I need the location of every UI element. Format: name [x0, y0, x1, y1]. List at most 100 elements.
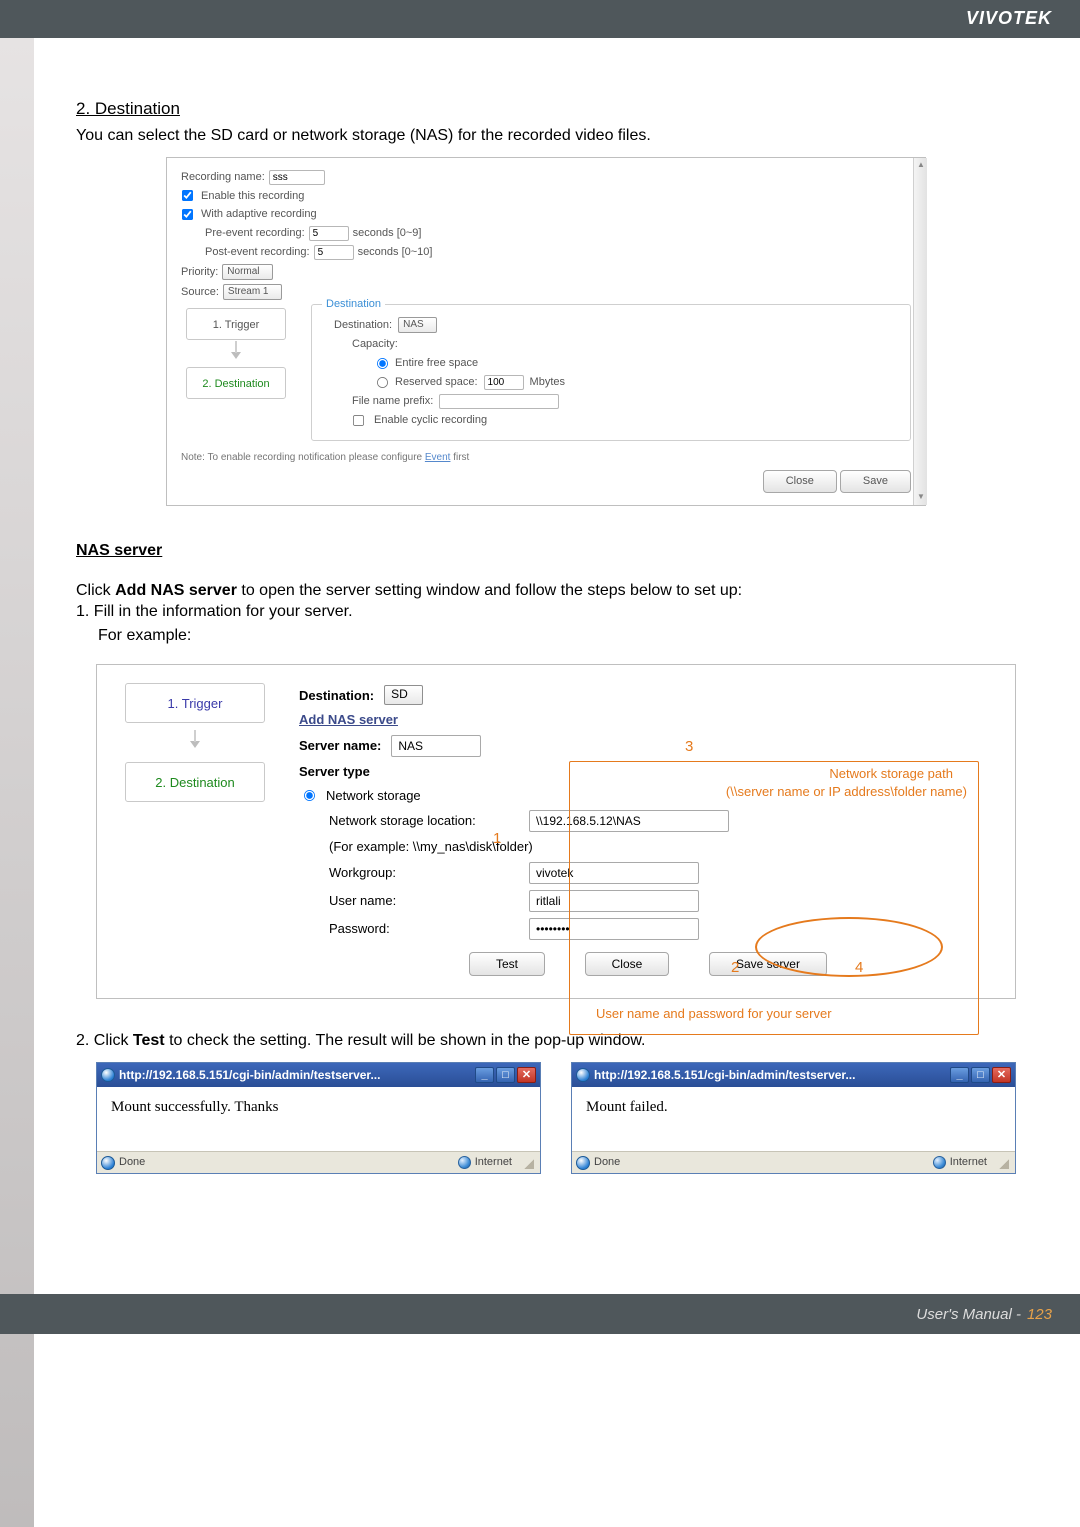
- pre-event-input[interactable]: [309, 226, 349, 241]
- enable-recording-checkbox[interactable]: [182, 190, 193, 201]
- recording-name-label: Recording name:: [181, 170, 265, 185]
- post-event-input[interactable]: [314, 245, 354, 260]
- test-button[interactable]: Test: [469, 952, 545, 976]
- callout-net-label: Network storage path: [829, 765, 953, 783]
- adaptive-label: With adaptive recording: [201, 207, 317, 222]
- post-event-label: Post-event recording:: [205, 245, 310, 260]
- password-input[interactable]: [529, 918, 699, 940]
- status-zone: Internet: [475, 1155, 512, 1170]
- globe-icon: [458, 1156, 471, 1169]
- brand-bar: VIVOTEK: [0, 0, 1080, 38]
- nas-server-panel: 1. Trigger 2. Destination Destination: S…: [96, 664, 1016, 998]
- popup-fail: http://192.168.5.151/cgi-bin/admin/tests…: [571, 1062, 1016, 1174]
- popup-success-body: Mount successfully. Thanks: [97, 1087, 540, 1151]
- enable-recording-label: Enable this recording: [201, 189, 304, 204]
- destination2-select[interactable]: SD: [384, 685, 423, 705]
- network-storage-label: Network storage: [326, 787, 421, 805]
- arrow-down-icon: [190, 741, 200, 748]
- reserved-unit: Mbytes: [530, 375, 565, 390]
- source-select[interactable]: Stream 1: [223, 284, 282, 300]
- status-done: Done: [119, 1155, 145, 1170]
- server-type-label: Server type: [299, 763, 370, 781]
- recording-name-input[interactable]: [269, 170, 325, 185]
- credentials-caption: User name and password for your server: [596, 1005, 1016, 1023]
- intro-text: You can select the SD card or network st…: [76, 125, 1016, 147]
- anno-4: 4: [855, 958, 863, 978]
- nas-intro: Click Add NAS server to open the server …: [76, 580, 1016, 602]
- resize-grip-icon[interactable]: [522, 1157, 534, 1169]
- reserved-space-label: Reserved space:: [395, 375, 478, 390]
- entire-free-radio[interactable]: [377, 358, 388, 369]
- reserved-space-radio[interactable]: [377, 377, 388, 388]
- nas-step1: 1. Fill in the information for your serv…: [76, 601, 1016, 623]
- close-icon[interactable]: ✕: [992, 1067, 1011, 1083]
- minimize-icon[interactable]: _: [475, 1067, 494, 1083]
- section-title: 2. Destination: [76, 98, 1016, 121]
- cyclic-label: Enable cyclic recording: [374, 413, 487, 428]
- nsl-label: Network storage location:: [329, 812, 519, 830]
- ie-icon: [576, 1068, 590, 1082]
- wizard-tab-trigger[interactable]: 1. Trigger: [186, 308, 286, 340]
- network-storage-radio[interactable]: [304, 790, 315, 801]
- add-nas-link[interactable]: Add NAS server: [299, 711, 398, 729]
- priority-select[interactable]: Normal: [222, 264, 272, 280]
- globe-icon: [933, 1156, 946, 1169]
- destination2-label: Destination:: [299, 687, 374, 705]
- save-server-button[interactable]: Save server: [709, 952, 827, 976]
- entire-free-label: Entire free space: [395, 356, 478, 371]
- maximize-icon[interactable]: □: [971, 1067, 990, 1083]
- maximize-icon[interactable]: □: [496, 1067, 515, 1083]
- nsl-input[interactable]: [529, 810, 729, 832]
- close-icon[interactable]: ✕: [517, 1067, 536, 1083]
- popup-url: http://192.168.5.151/cgi-bin/admin/tests…: [119, 1067, 380, 1083]
- status-done: Done: [594, 1155, 620, 1170]
- page-footer: User's Manual - 123: [0, 1294, 1080, 1334]
- page-icon: [576, 1156, 590, 1170]
- server-name-input[interactable]: [391, 735, 481, 757]
- wizard-tab-destination[interactable]: 2. Destination: [186, 367, 286, 399]
- cyclic-checkbox[interactable]: [353, 415, 364, 426]
- anno-2: 2: [731, 958, 739, 978]
- destination-label: Destination:: [334, 318, 392, 333]
- save-button[interactable]: Save: [840, 470, 911, 493]
- page-body: 2. Destination You can select the SD car…: [0, 38, 1080, 1214]
- capacity-label: Capacity:: [352, 337, 398, 352]
- close-button[interactable]: Close: [763, 470, 837, 493]
- prefix-input[interactable]: [439, 394, 559, 409]
- destination-legend: Destination: [322, 297, 385, 312]
- prefix-label: File name prefix:: [352, 394, 433, 409]
- server-name-label: Server name:: [299, 737, 381, 755]
- nas-heading: NAS server: [76, 540, 1016, 562]
- popup-fail-body: Mount failed.: [572, 1087, 1015, 1151]
- footer-label: User's Manual -: [916, 1306, 1021, 1323]
- event-link[interactable]: Event: [425, 452, 451, 463]
- destination-fieldset: Destination Destination: NAS Capacity: E…: [311, 304, 911, 441]
- pre-event-suffix: seconds [0~9]: [353, 226, 422, 241]
- minimize-icon[interactable]: _: [950, 1067, 969, 1083]
- wizard2-tab-destination[interactable]: 2. Destination: [125, 762, 265, 802]
- source-label: Source:: [181, 285, 219, 300]
- step2-text: 2. Click Test to check the setting. The …: [76, 1030, 1016, 1052]
- post-event-suffix: seconds [0~10]: [358, 245, 433, 260]
- priority-label: Priority:: [181, 265, 218, 280]
- wizard2-tab-trigger[interactable]: 1. Trigger: [125, 683, 265, 723]
- adaptive-checkbox[interactable]: [182, 209, 193, 220]
- arrow-down-icon: [231, 352, 241, 359]
- workgroup-input[interactable]: [529, 862, 699, 884]
- popup-success: http://192.168.5.151/cgi-bin/admin/tests…: [96, 1062, 541, 1174]
- resize-grip-icon[interactable]: [997, 1157, 1009, 1169]
- username-label: User name:: [329, 892, 519, 910]
- callout-net-sub: (\\server name or IP address\folder name…: [726, 783, 967, 801]
- anno-3: 3: [685, 737, 693, 757]
- popup-url: http://192.168.5.151/cgi-bin/admin/tests…: [594, 1067, 855, 1083]
- pre-event-label: Pre-event recording:: [205, 226, 305, 241]
- destination-select[interactable]: NAS: [398, 317, 437, 333]
- status-zone: Internet: [950, 1155, 987, 1170]
- ie-icon: [101, 1068, 115, 1082]
- nsl-example: (For example: \\my_nas\disk\folder): [329, 838, 533, 856]
- username-input[interactable]: [529, 890, 699, 912]
- password-label: Password:: [329, 920, 519, 938]
- scrollbar[interactable]: [913, 158, 927, 506]
- close2-button[interactable]: Close: [585, 952, 670, 976]
- reserved-space-input[interactable]: [484, 375, 524, 390]
